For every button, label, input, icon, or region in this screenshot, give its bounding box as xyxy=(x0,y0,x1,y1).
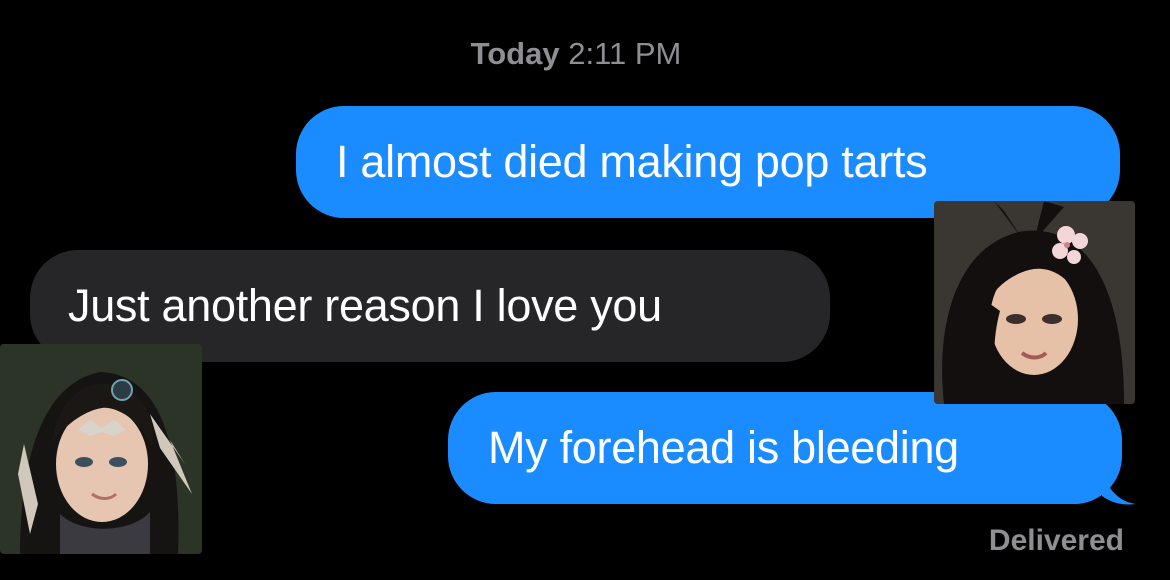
message-text: I almost died making pop tarts xyxy=(336,136,928,187)
message-text: Just another reason I love you xyxy=(68,280,662,331)
character-portrait-left xyxy=(0,344,202,554)
bubble-tail-icon xyxy=(1102,472,1136,505)
character-portrait-right xyxy=(934,201,1135,404)
delivery-status: Delivered xyxy=(988,524,1124,557)
message-timestamp: Today 2:11 PM xyxy=(0,36,1152,72)
timestamp-time: 2:11 PM xyxy=(568,36,682,71)
sent-message-bubble[interactable]: My forehead is bleeding xyxy=(448,392,1122,504)
timestamp-day: Today xyxy=(470,36,560,71)
message-text: My forehead is bleeding xyxy=(488,422,959,473)
